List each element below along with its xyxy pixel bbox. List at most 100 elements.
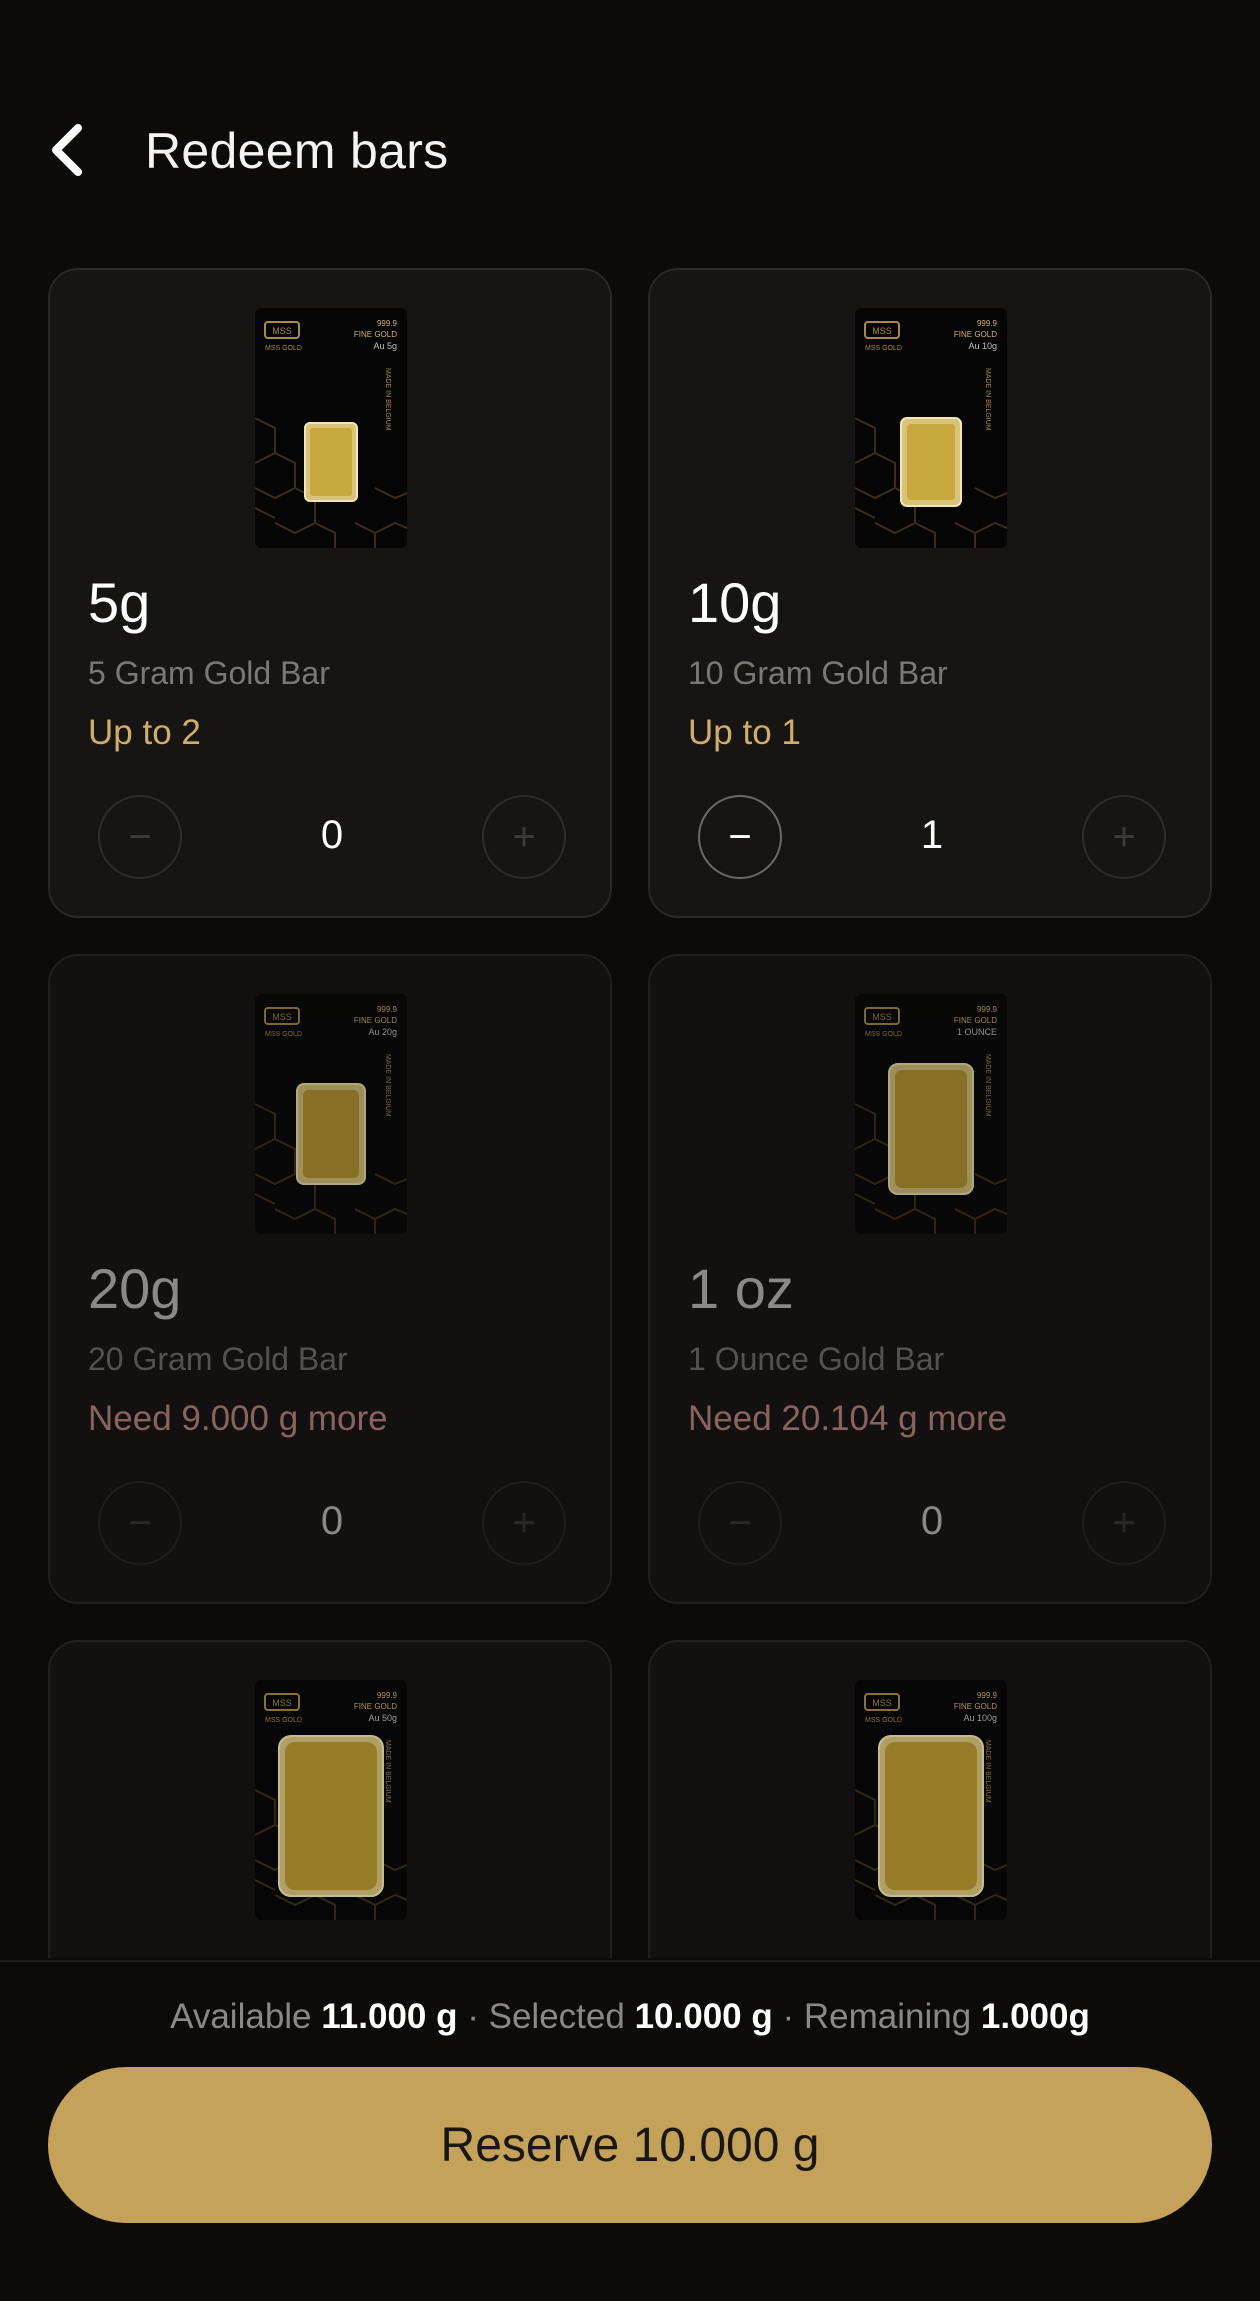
bar-card-50g: MSS MSS GOLD 999.9 FINE GOLD Au 50g MADE… (48, 1640, 612, 1958)
svg-text:999.9: 999.9 (377, 1691, 398, 1700)
quantity-value: 0 (920, 1499, 944, 1543)
bar-card-20g: MSS MSS GOLD 999.9 FINE GOLD Au 20g MADE… (48, 954, 612, 1604)
increment-button[interactable]: + (1082, 795, 1166, 879)
bar-card-10g: MSS MSS GOLD 999.9 FINE GOLD Au 10g MADE… (648, 268, 1212, 918)
separator: · (467, 1997, 479, 2036)
svg-text:MADE IN BELGIUM: MADE IN BELGIUM (384, 1740, 391, 1803)
svg-text:MSS GOLD: MSS GOLD (865, 1717, 902, 1724)
svg-text:MSS GOLD: MSS GOLD (265, 1717, 302, 1724)
page-title: Redeem bars (145, 123, 449, 179)
bar-description: 5 Gram Gold Bar (88, 655, 330, 691)
svg-text:MSS GOLD: MSS GOLD (265, 345, 302, 352)
quantity-stepper: − 0 + (98, 1481, 566, 1565)
back-button[interactable] (40, 115, 96, 185)
svg-text:MADE IN BELGIUM: MADE IN BELGIUM (384, 368, 391, 431)
increment-button[interactable]: + (482, 795, 566, 879)
svg-text:MADE IN BELGIUM: MADE IN BELGIUM (384, 1054, 391, 1117)
bar-availability-status: Need 9.000 g more (88, 1399, 388, 1438)
svg-text:MADE IN BELGIUM: MADE IN BELGIUM (984, 1740, 991, 1803)
svg-text:MSS GOLD: MSS GOLD (865, 345, 902, 352)
gold-bar-image: MSS MSS GOLD 999.9 FINE GOLD Au 10g MADE… (854, 308, 1008, 548)
minus-icon: − (728, 1500, 752, 1545)
quantity-stepper: − 1 + (698, 795, 1166, 879)
quantity-value: 0 (320, 1499, 344, 1543)
gold-bar-image: MSS MSS GOLD 999.9 FINE GOLD 1 OUNCE MAD… (854, 994, 1008, 1234)
plus-icon: + (1112, 1500, 1136, 1545)
bar-description: 20 Gram Gold Bar (88, 1341, 348, 1377)
plus-icon: + (1112, 814, 1136, 859)
remaining-value: 1.000g (980, 1997, 1090, 2036)
decrement-button[interactable]: − (698, 1481, 782, 1565)
gold-bar-image: MSS MSS GOLD 999.9 FINE GOLD Au 20g MADE… (254, 994, 408, 1234)
svg-text:999.9: 999.9 (977, 1005, 998, 1014)
increment-button[interactable]: + (1082, 1481, 1166, 1565)
svg-text:FINE GOLD: FINE GOLD (954, 330, 997, 339)
increment-button[interactable]: + (482, 1481, 566, 1565)
available-label: Available (170, 1997, 312, 2036)
separator: · (782, 1997, 795, 2036)
selected-value: 10.000 g (634, 1997, 773, 2036)
decrement-button[interactable]: − (698, 795, 782, 879)
bar-availability-status: Up to 2 (88, 713, 201, 752)
svg-text:Au 5g: Au 5g (373, 341, 397, 351)
svg-text:MADE IN BELGIUM: MADE IN BELGIUM (984, 368, 991, 431)
bar-card-5g: MSS MSS GOLD 999.9 FINE GOLD Au 5g MADE … (48, 268, 612, 918)
svg-text:MSS: MSS (272, 326, 292, 336)
bar-grid: MSS MSS GOLD 999.9 FINE GOLD Au 5g MADE … (48, 268, 1212, 1958)
bar-card-1oz: MSS MSS GOLD 999.9 FINE GOLD 1 OUNCE MAD… (648, 954, 1212, 1604)
bar-availability-status: Up to 1 (688, 713, 801, 752)
bar-card-100g: MSS MSS GOLD 999.9 FINE GOLD Au 100g MAD… (648, 1640, 1212, 1958)
svg-text:MADE IN BELGIUM: MADE IN BELGIUM (984, 1054, 991, 1117)
svg-text:999.9: 999.9 (377, 1005, 398, 1014)
bar-description: 1 Ounce Gold Bar (688, 1341, 945, 1377)
svg-text:1 OUNCE: 1 OUNCE (957, 1027, 997, 1037)
selected-label: Selected (488, 1997, 625, 2036)
svg-text:FINE GOLD: FINE GOLD (954, 1016, 997, 1025)
bar-availability-status: Need 20.104 g more (688, 1399, 1008, 1438)
bar-weight: 5g (88, 571, 151, 634)
svg-text:MSS: MSS (872, 1698, 892, 1708)
quantity-value: 1 (920, 813, 944, 857)
minus-icon: − (728, 814, 752, 859)
bottom-summary-bar: Available 11.000 g · Selected 10.000 g ·… (0, 1960, 1260, 2301)
available-value: 11.000 g (321, 1997, 458, 2036)
bar-weight: 1 oz (688, 1257, 794, 1320)
minus-icon: − (128, 1500, 152, 1545)
chevron-left-icon (52, 124, 82, 176)
gold-bar-image: MSS MSS GOLD 999.9 FINE GOLD Au 5g MADE … (254, 308, 408, 548)
plus-icon: + (512, 1500, 536, 1545)
bar-description: 10 Gram Gold Bar (688, 655, 948, 691)
svg-text:MSS: MSS (272, 1012, 292, 1022)
svg-text:FINE GOLD: FINE GOLD (354, 1702, 397, 1711)
svg-text:999.9: 999.9 (377, 319, 398, 328)
svg-text:MSS GOLD: MSS GOLD (865, 1031, 902, 1038)
gold-bar-image: MSS MSS GOLD 999.9 FINE GOLD Au 50g MADE… (254, 1680, 408, 1920)
balance-summary: Available 11.000 g · Selected 10.000 g ·… (0, 1997, 1260, 2037)
bar-weight: 20g (88, 1257, 182, 1320)
svg-text:FINE GOLD: FINE GOLD (954, 1702, 997, 1711)
minus-icon: − (128, 814, 152, 859)
svg-text:999.9: 999.9 (977, 1691, 998, 1700)
svg-text:FINE GOLD: FINE GOLD (354, 330, 397, 339)
svg-text:Au 10g: Au 10g (968, 341, 997, 351)
svg-text:Au 100g: Au 100g (963, 1713, 997, 1723)
decrement-button[interactable]: − (98, 1481, 182, 1565)
quantity-stepper: − 0 + (98, 795, 566, 879)
svg-text:MSS: MSS (872, 326, 892, 336)
reserve-button[interactable]: Reserve 10.000 g (48, 2067, 1212, 2223)
quantity-stepper: − 0 + (698, 1481, 1166, 1565)
svg-text:MSS: MSS (272, 1698, 292, 1708)
quantity-value: 0 (320, 813, 344, 857)
svg-text:FINE GOLD: FINE GOLD (354, 1016, 397, 1025)
svg-text:MSS: MSS (872, 1012, 892, 1022)
decrement-button[interactable]: − (98, 795, 182, 879)
svg-text:999.9: 999.9 (977, 319, 998, 328)
svg-text:Au 20g: Au 20g (368, 1027, 397, 1037)
svg-text:MSS GOLD: MSS GOLD (265, 1031, 302, 1038)
app-header: Redeem bars (0, 0, 1260, 240)
bar-weight: 10g (688, 571, 782, 634)
svg-text:Au 50g: Au 50g (368, 1713, 397, 1723)
gold-bar-image: MSS MSS GOLD 999.9 FINE GOLD Au 100g MAD… (854, 1680, 1008, 1920)
plus-icon: + (512, 814, 536, 859)
remaining-label: Remaining (803, 1997, 972, 2036)
